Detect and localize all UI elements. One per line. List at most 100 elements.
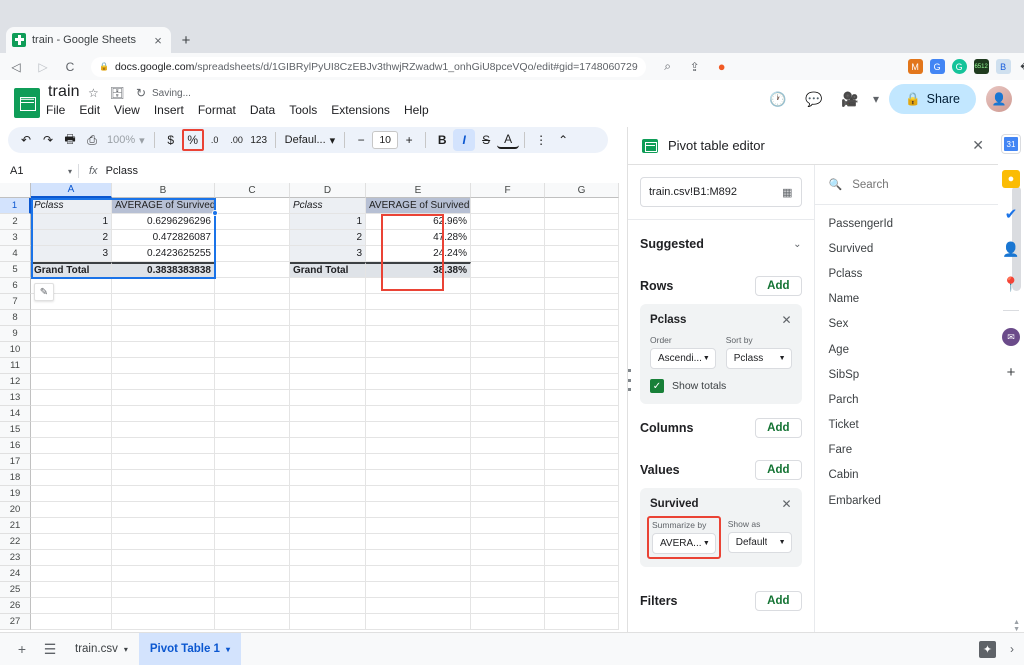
tasks-icon[interactable]: ✔ bbox=[1002, 205, 1020, 223]
cell-b18[interactable] bbox=[112, 470, 215, 486]
cell-a15[interactable] bbox=[31, 422, 112, 438]
row-header-7[interactable]: 7 bbox=[0, 294, 31, 310]
cell-b12[interactable] bbox=[112, 374, 215, 390]
more-options-icon[interactable]: ⋮ bbox=[530, 129, 552, 151]
fill-handle[interactable] bbox=[212, 210, 218, 216]
field-item-pclass[interactable]: Pclass bbox=[815, 261, 999, 286]
font-family-selector[interactable]: Defaul... ▾ bbox=[281, 129, 340, 151]
cell-c6[interactable] bbox=[215, 278, 290, 294]
sheet-tab-pivot-table-1[interactable]: Pivot Table 1 ▾ bbox=[138, 632, 241, 665]
cell-d23[interactable] bbox=[290, 550, 366, 566]
comment-icon[interactable]: 💬 bbox=[801, 86, 827, 112]
cell-c20[interactable] bbox=[215, 502, 290, 518]
row-header-6[interactable]: 6 bbox=[0, 278, 31, 294]
cell-e18[interactable] bbox=[366, 470, 471, 486]
cell-c21[interactable] bbox=[215, 518, 290, 534]
cell-g12[interactable] bbox=[545, 374, 619, 390]
row-header-8[interactable]: 8 bbox=[0, 310, 31, 326]
remove-field-icon[interactable]: ✕ bbox=[781, 497, 791, 511]
cell-f22[interactable] bbox=[471, 534, 545, 550]
cell-c14[interactable] bbox=[215, 406, 290, 422]
cell-g3[interactable] bbox=[545, 230, 619, 246]
cell-f12[interactable] bbox=[471, 374, 545, 390]
data-range-input[interactable]: train.csv!B1:M892 ▦ bbox=[640, 177, 802, 207]
cell-f18[interactable] bbox=[471, 470, 545, 486]
pencil-icon[interactable]: ✎ bbox=[34, 283, 54, 301]
row-header-26[interactable]: 26 bbox=[0, 598, 31, 614]
menu-edit[interactable]: Edit bbox=[79, 103, 100, 117]
cell-e3[interactable]: 47.28% bbox=[366, 230, 471, 246]
cell-e9[interactable] bbox=[366, 326, 471, 342]
cell-f24[interactable] bbox=[471, 566, 545, 582]
cell-c5[interactable] bbox=[215, 262, 290, 278]
increase-decimal-button[interactable]: .00 bbox=[226, 129, 248, 151]
cell-c12[interactable] bbox=[215, 374, 290, 390]
cell-d14[interactable] bbox=[290, 406, 366, 422]
cell-e26[interactable] bbox=[366, 598, 471, 614]
menu-tools[interactable]: Tools bbox=[289, 103, 317, 117]
cell-d6[interactable] bbox=[290, 278, 366, 294]
show-totals-checkbox[interactable]: ✓ bbox=[650, 379, 664, 393]
cell-g8[interactable] bbox=[545, 310, 619, 326]
paint-format-icon[interactable]: ⎙ bbox=[81, 129, 103, 151]
row-header-12[interactable]: 12 bbox=[0, 374, 31, 390]
google-translate-icon[interactable]: G bbox=[929, 59, 945, 74]
row-header-21[interactable]: 21 bbox=[0, 518, 31, 534]
cell-d5[interactable]: Grand Total bbox=[290, 262, 366, 278]
name-box[interactable]: A1 ▾ bbox=[0, 161, 78, 181]
cell-a14[interactable] bbox=[31, 406, 112, 422]
video-camera-icon[interactable]: 🎥 bbox=[837, 86, 863, 112]
cell-e2[interactable]: 62.96% bbox=[366, 214, 471, 230]
cell-c4[interactable] bbox=[215, 246, 290, 262]
cell-a27[interactable] bbox=[31, 614, 112, 630]
strikethrough-button[interactable]: S bbox=[475, 129, 497, 151]
share-button[interactable]: 🔒 Share bbox=[889, 84, 976, 114]
cell-b22[interactable] bbox=[112, 534, 215, 550]
cell-g1[interactable] bbox=[545, 198, 619, 214]
field-item-cabin[interactable]: Cabin bbox=[815, 463, 999, 488]
cell-f27[interactable] bbox=[471, 614, 545, 630]
cell-g6[interactable] bbox=[545, 278, 619, 294]
cell-a23[interactable] bbox=[31, 550, 112, 566]
cell-b2[interactable]: 0.6296296296 bbox=[112, 214, 215, 230]
cell-c23[interactable] bbox=[215, 550, 290, 566]
cell-c17[interactable] bbox=[215, 454, 290, 470]
cell-d24[interactable] bbox=[290, 566, 366, 582]
row-header-3[interactable]: 3 bbox=[0, 230, 31, 246]
cell-b4[interactable]: 0.2423625255 bbox=[112, 246, 215, 262]
column-header-b[interactable]: B bbox=[112, 183, 215, 198]
cell-e8[interactable] bbox=[366, 310, 471, 326]
cell-a24[interactable] bbox=[31, 566, 112, 582]
reload-icon[interactable]: C bbox=[59, 56, 81, 78]
all-sheets-button[interactable]: ☰ bbox=[36, 635, 64, 663]
cell-f19[interactable] bbox=[471, 486, 545, 502]
column-header-e[interactable]: E bbox=[366, 183, 471, 198]
cell-g9[interactable] bbox=[545, 326, 619, 342]
address-bar[interactable]: 🔒 docs.google.com/spreadsheets/d/1GIBRyl… bbox=[91, 56, 646, 77]
move-to-folder-icon[interactable]: 🗄 bbox=[110, 86, 125, 100]
cell-c11[interactable] bbox=[215, 358, 290, 374]
cell-d27[interactable] bbox=[290, 614, 366, 630]
calendar-icon[interactable]: 31 bbox=[1002, 135, 1020, 153]
cell-c10[interactable] bbox=[215, 342, 290, 358]
row-header-17[interactable]: 17 bbox=[0, 454, 31, 470]
cell-a9[interactable] bbox=[31, 326, 112, 342]
field-item-ticket[interactable]: Ticket bbox=[815, 413, 999, 438]
column-header-d[interactable]: D bbox=[290, 183, 366, 198]
cell-f9[interactable] bbox=[471, 326, 545, 342]
row-header-10[interactable]: 10 bbox=[0, 342, 31, 358]
cell-b9[interactable] bbox=[112, 326, 215, 342]
row-header-20[interactable]: 20 bbox=[0, 502, 31, 518]
cell-g14[interactable] bbox=[545, 406, 619, 422]
cell-e19[interactable] bbox=[366, 486, 471, 502]
order-select[interactable]: Ascendi... ▼ bbox=[650, 348, 716, 369]
spreadsheet-grid[interactable]: A B C D E F G 1 2 3 4 5 6 7 8 9 10 11 12 13 14 15 16 17 1… bbox=[0, 183, 620, 633]
cell-e5[interactable]: 38.38% bbox=[366, 262, 471, 278]
cell-e15[interactable] bbox=[366, 422, 471, 438]
cell-b24[interactable] bbox=[112, 566, 215, 582]
new-tab-button[interactable]: + bbox=[176, 31, 196, 51]
cell-e27[interactable] bbox=[366, 614, 471, 630]
cell-b13[interactable] bbox=[112, 390, 215, 406]
cell-g17[interactable] bbox=[545, 454, 619, 470]
cell-a22[interactable] bbox=[31, 534, 112, 550]
